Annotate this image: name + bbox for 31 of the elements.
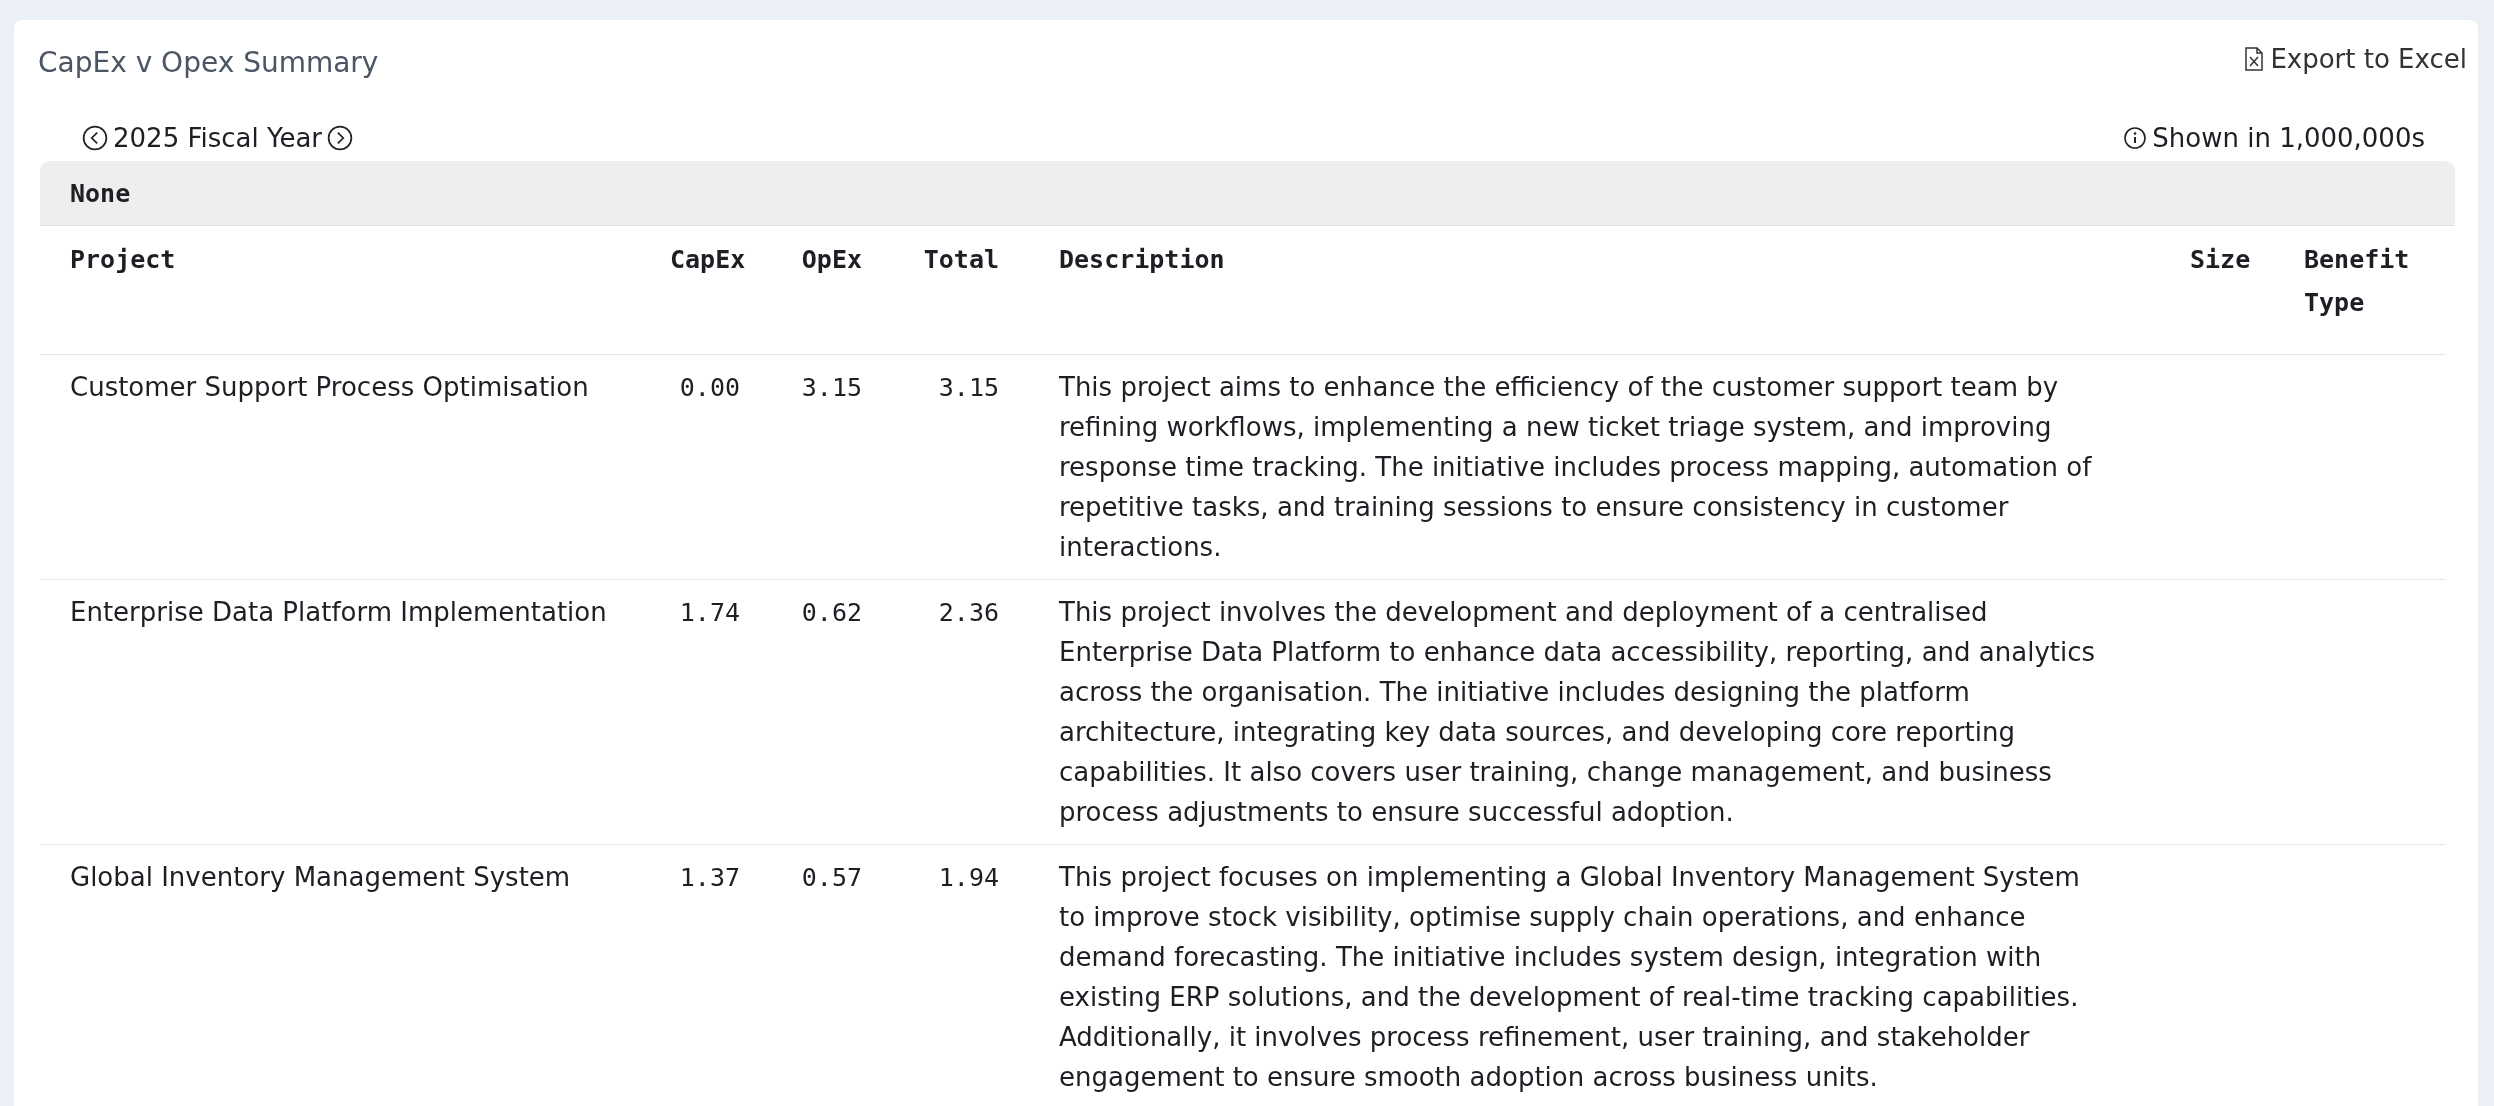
table-cell: 2.36 — [938, 598, 999, 627]
column-header: Project — [70, 245, 176, 274]
group-label: None — [70, 178, 131, 208]
table-cell: 1.37 — [679, 863, 740, 892]
table-cell: 3.15 — [938, 373, 999, 402]
info-icon — [2123, 126, 2148, 150]
table-cell: 0.57 — [801, 863, 862, 892]
table-cell: This project focuses on implementing a Global Inventory Management System to improve stock visibility, optimise supply chain operations, and enhance demand forecasting. The initiative includes system design, integration with existing ERP solutions, and the development of real-time tracking capabilities. Additionally, it involves process refinement, user training, and stakeholder engagement to ensure smooth adoption across business units. — [1059, 862, 2080, 1092]
column-header: Description — [1059, 245, 1225, 274]
previous-icon[interactable] — [82, 125, 108, 151]
table-cell: This project aims to enhance the efficiency of the customer support team by refining workflows, implementing a new ticket triage system, and improving response time tracking. The initiative includes process mapping, automation of repetitive tasks, and training sessions to ensure consistency in customer interactions. — [1059, 372, 2092, 562]
card-title: CapEx v Opex Summary — [38, 46, 379, 79]
table-cell: Global Inventory Management System — [70, 862, 571, 892]
column-header: Total — [923, 245, 999, 274]
export-button[interactable]: Export to Excel — [2244, 43, 2467, 74]
table-cell: 0.62 — [801, 598, 862, 627]
column-header: Benefit Type — [2304, 245, 2410, 317]
column-header: Size — [2190, 245, 2251, 274]
table-cell: 3.15 — [801, 373, 862, 402]
fiscal-year-label: 2025 Fiscal Year — [113, 123, 323, 153]
table-cell: Enterprise Data Platform Implementation — [70, 597, 607, 627]
table-cell: 0.00 — [679, 373, 740, 402]
table-cell: This project involves the development and deployment of a centralised Enterprise Data Platform to enhance data accessibility, reporting, and analytics across the organisation. The initiative includes designing the platform architecture, integrating key data sources, and developing core reporting capabilities. It also covers user training, change management, and business process adjustments to ensure successful adoption. — [1059, 597, 2096, 827]
column-header: OpEx — [801, 245, 862, 274]
column-header: CapEx — [670, 245, 746, 274]
spreadsheet-file-icon — [2244, 46, 2265, 71]
next-icon[interactable] — [327, 125, 354, 151]
table-cell: Customer Support Process Optimisation — [70, 372, 589, 402]
units-note: Shown in 1,000,000s — [2152, 123, 2425, 153]
table-cell: 1.94 — [938, 863, 999, 892]
table-cell: 1.74 — [679, 598, 740, 627]
